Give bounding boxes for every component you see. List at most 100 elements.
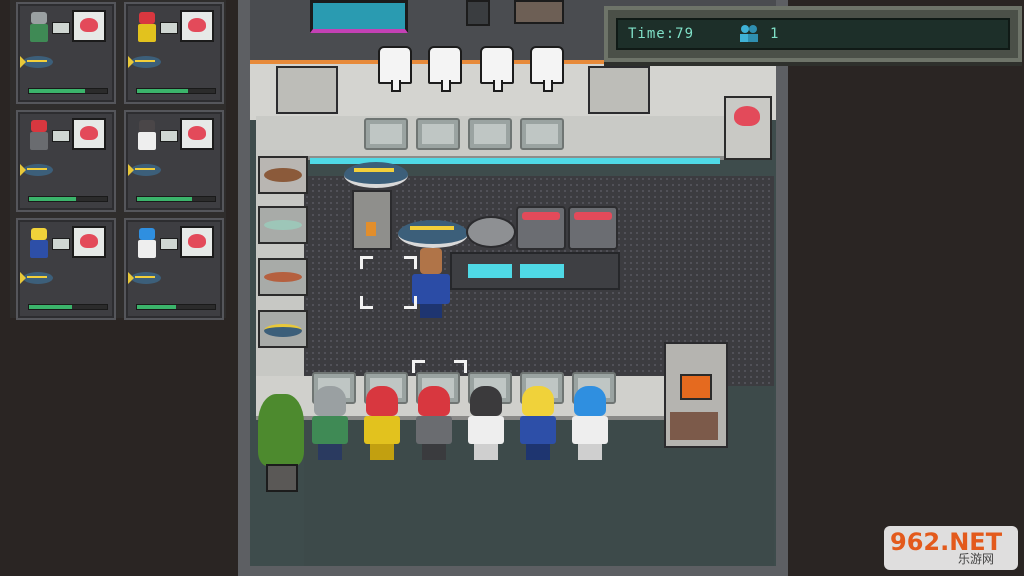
shelf-fish-mackerel[interactable] (258, 206, 308, 244)
register-base (670, 412, 718, 440)
patience-fill (29, 305, 72, 309)
patience-fill (137, 305, 176, 309)
serving-plate[interactable] (468, 118, 512, 150)
order-card (16, 218, 116, 320)
cooking-pot[interactable] (568, 206, 618, 250)
customer-suit (416, 416, 452, 444)
customer-suit (138, 132, 156, 150)
customer-suit (520, 416, 556, 444)
plant-pot (266, 464, 298, 492)
customer-suit (138, 24, 156, 42)
shelf-fish-flounder[interactable] (258, 156, 308, 194)
fillet-icon (734, 106, 760, 126)
stove-light (468, 264, 512, 278)
chef-body (412, 274, 450, 304)
customer-legs (422, 444, 446, 460)
fillet-dish-icon (180, 226, 214, 258)
queued-customer (362, 386, 402, 460)
order-customer-avatar (28, 228, 50, 258)
yellowfin-tuna-on-counter[interactable] (344, 162, 408, 188)
selection-bracket (360, 296, 373, 309)
queued-customer (518, 386, 558, 460)
customer-hair (139, 228, 155, 240)
patience-bar (28, 196, 108, 202)
order-card (16, 110, 116, 212)
chef-legs (420, 304, 442, 318)
cutting-station[interactable] (352, 190, 392, 250)
speech-bubble-icon (160, 238, 178, 250)
serving-plate[interactable] (364, 118, 408, 150)
customer-legs (318, 444, 342, 460)
aquarium-window (310, 0, 408, 33)
patience-fill (29, 89, 86, 93)
serving-plate[interactable] (520, 118, 564, 150)
hud-display: Time:79 1 (616, 18, 1010, 50)
customer-hair (139, 120, 155, 132)
tuna-icon (264, 324, 302, 337)
stove-counter (450, 252, 620, 290)
customer-hair (574, 386, 606, 416)
tuna-icon (128, 272, 161, 284)
time-readout: Time:79 (628, 26, 695, 42)
potted-plant (258, 394, 304, 466)
wall-panel (466, 0, 490, 26)
hud-panel: Time:79 1 (604, 6, 1022, 62)
fillet-dish-icon (180, 10, 214, 42)
cooking-pot[interactable] (516, 206, 566, 250)
customer-suit (364, 416, 400, 444)
tuna-stripe (354, 168, 394, 172)
pointing-hand-icon (530, 46, 564, 92)
queued-customer (466, 386, 506, 460)
flounder-icon (264, 168, 302, 182)
customer-hair (366, 386, 398, 416)
selection-bracket (360, 256, 373, 269)
order-customer-avatar (28, 120, 50, 150)
selection-bracket (404, 256, 417, 269)
customer-suit (572, 416, 608, 444)
patience-bar (136, 196, 216, 202)
customer-suit (30, 24, 48, 42)
serving-plate[interactable] (416, 118, 460, 150)
cash-register[interactable] (664, 342, 728, 448)
order-customer-avatar (136, 228, 158, 258)
speech-bubble-icon (52, 22, 70, 34)
order-customer-avatar (136, 12, 158, 42)
pointing-hand-icon (428, 46, 462, 92)
shelf-fish-snapper[interactable] (258, 258, 308, 296)
fillet-dish-icon (72, 10, 106, 42)
fillet-dish-icon (72, 118, 106, 150)
queued-customer (570, 386, 610, 460)
pointing-hand-icon (480, 46, 514, 92)
mackerel-icon (264, 220, 302, 230)
wall-machine-right (588, 66, 650, 114)
tuna-icon (20, 56, 53, 68)
fillet-dish-icon (72, 226, 106, 258)
selection-bracket (412, 360, 425, 373)
fillet-dish-icon (180, 118, 214, 150)
speech-bubble-icon (160, 130, 178, 142)
customer-legs (474, 444, 498, 460)
knife-icon (366, 222, 376, 236)
customer-legs (370, 444, 394, 460)
customer-suit (138, 240, 156, 258)
shelf-fish-tuna[interactable] (258, 310, 308, 348)
patience-bar (28, 88, 108, 94)
wall-machine-left (276, 66, 338, 114)
tuna-icon (20, 164, 53, 176)
held-tuna (398, 220, 468, 248)
tuna-icon (128, 164, 161, 176)
snapper-icon (264, 272, 302, 282)
watermark: 962.NET 乐游网 (884, 526, 1018, 570)
speech-bubble-icon (52, 130, 70, 142)
order-card (124, 2, 224, 104)
customer-hair (139, 12, 155, 24)
customer-suit (468, 416, 504, 444)
frying-pan[interactable] (466, 216, 516, 248)
customer-hair (418, 386, 450, 416)
order-customer-avatar (28, 12, 50, 42)
order-card (124, 218, 224, 320)
customer-legs (526, 444, 550, 460)
tuna-stripe (410, 226, 454, 230)
customer-hair (314, 386, 346, 416)
patience-bar (136, 304, 216, 310)
